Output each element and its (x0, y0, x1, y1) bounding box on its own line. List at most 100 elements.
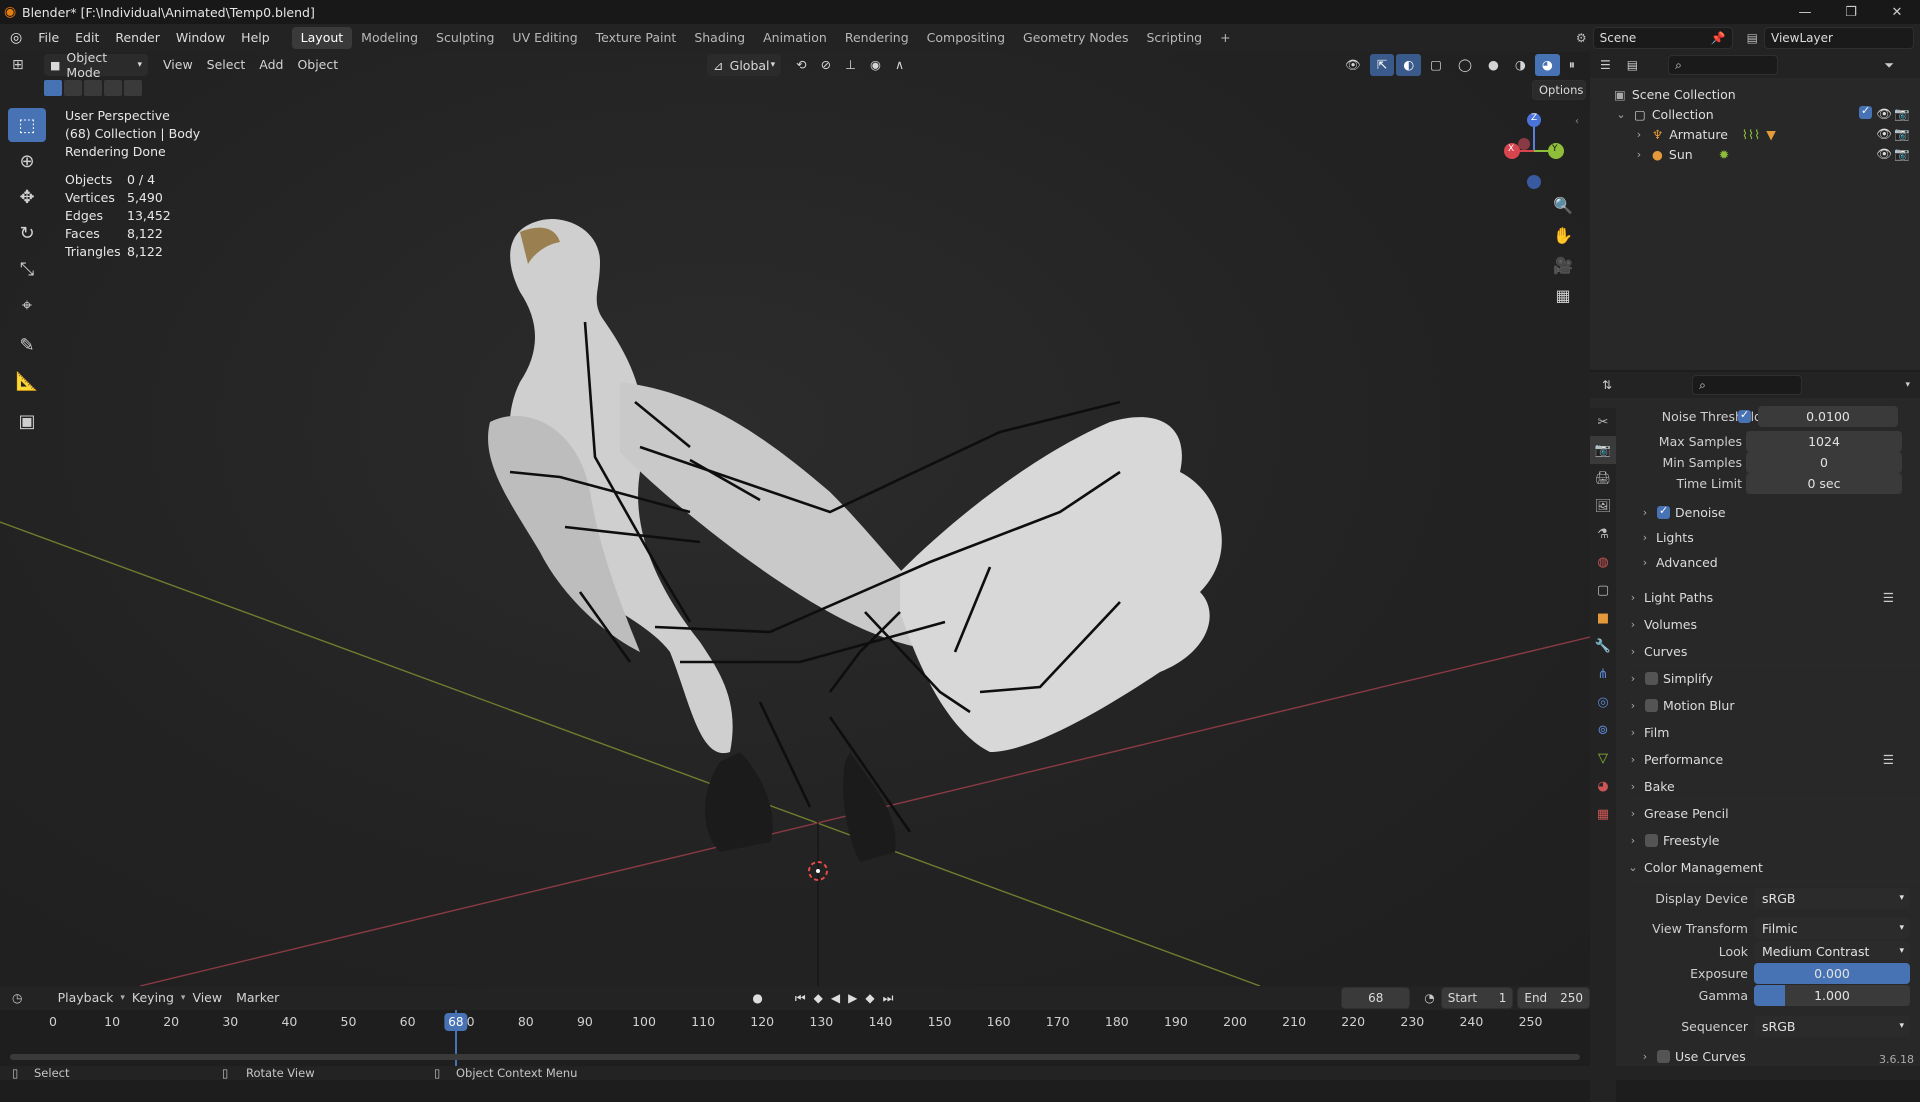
prev-keyframe-icon[interactable]: ◆ (814, 991, 831, 1005)
falloff-icon[interactable]: ∧ (888, 54, 911, 76)
snap-target-icon[interactable]: ⊥ (838, 54, 863, 76)
motion-blur-checkbox[interactable] (1645, 698, 1658, 712)
tab-modeling[interactable]: Modeling (352, 27, 427, 49)
cursor-tool[interactable]: ⊕ (8, 144, 46, 178)
eye-icon[interactable]: 👁 (1876, 106, 1892, 122)
panel-color-management[interactable]: ⌄ Color Management (1626, 854, 1920, 881)
output-tab-icon[interactable]: 🖨 (1590, 464, 1616, 492)
panel-bake[interactable]: › Bake (1626, 773, 1920, 800)
measure-tool[interactable]: 📐 (8, 364, 46, 398)
subpanel-lights[interactable]: › Lights (1626, 525, 1920, 550)
menu-view[interactable]: View (156, 54, 200, 76)
minimize-button[interactable]: — (1782, 0, 1828, 24)
render-camera-icon[interactable]: 📷 (1894, 146, 1910, 162)
gizmo-toggle-icon[interactable]: ⇱ (1369, 54, 1395, 76)
constraints-tab-icon[interactable]: ⊚ (1590, 716, 1616, 744)
min-samples-field[interactable]: 0 (1746, 452, 1902, 473)
subpanel-advanced[interactable]: › Advanced (1626, 550, 1920, 575)
view-layer-icon[interactable]: ▤ (1747, 31, 1758, 45)
select-subtract-icon[interactable] (84, 80, 102, 96)
grid-toggle-icon[interactable]: ▦ (1548, 280, 1578, 310)
xray-icon[interactable]: ▢ (1423, 54, 1449, 76)
object-mode-dropdown[interactable]: ■ Object Mode ▾ (44, 50, 148, 80)
use-curves-checkbox[interactable] (1657, 1049, 1670, 1063)
zoom-icon[interactable]: 🔍 (1548, 190, 1578, 220)
time-limit-field[interactable]: 0 sec (1746, 473, 1902, 494)
pivot-point-icon[interactable]: ⟲ (789, 54, 813, 76)
close-button[interactable]: ✕ (1874, 0, 1920, 24)
presets-list-icon[interactable]: ☰ (1883, 752, 1894, 767)
add-cube-tool[interactable]: ▣ (8, 404, 46, 438)
subpanel-use-curves[interactable]: › Use Curves (1626, 1044, 1920, 1068)
select-intersect-icon[interactable] (124, 80, 142, 96)
properties-search[interactable]: ⌕ (1692, 375, 1803, 395)
play-reverse-icon[interactable]: ◀ (831, 991, 848, 1005)
clock-icon[interactable]: ◔ (1424, 991, 1434, 1005)
next-keyframe-icon[interactable]: ◆ (865, 991, 882, 1005)
scale-tool[interactable]: ⤡ (8, 252, 46, 286)
collection-tab-icon[interactable]: ▢ (1590, 576, 1616, 604)
annotate-tool[interactable]: ✎ (8, 328, 46, 362)
proportional-edit-icon[interactable]: ◉ (863, 54, 888, 76)
end-frame-field[interactable]: End 250 (1517, 987, 1590, 1009)
tab-geometry-nodes[interactable]: Geometry Nodes (1014, 27, 1137, 49)
menu-select[interactable]: Select (200, 54, 253, 76)
current-frame-field[interactable]: 68 (1341, 987, 1411, 1009)
timeline-editor-icon[interactable]: ◷ (12, 991, 37, 1005)
look-dropdown[interactable]: Medium Contrast ▾ (1754, 940, 1910, 962)
panel-freestyle[interactable]: › Freestyle (1626, 827, 1920, 854)
play-icon[interactable]: ▶ (848, 991, 865, 1005)
camera-icon[interactable]: 🎥 (1548, 250, 1578, 280)
pin-icon[interactable]: 📌 (1711, 31, 1726, 45)
snap-icon[interactable]: ⊘ (814, 54, 838, 76)
display-device-dropdown[interactable]: sRGB ▾ (1754, 887, 1910, 909)
jump-start-icon[interactable]: ⏮ (795, 991, 814, 1005)
freestyle-checkbox[interactable] (1645, 833, 1658, 847)
panel-volumes[interactable]: › Volumes (1626, 611, 1920, 638)
select-new-icon[interactable] (44, 80, 62, 96)
max-samples-field[interactable]: 1024 (1746, 431, 1902, 452)
blender-menu-icon[interactable]: ◎ (10, 30, 22, 46)
tab-layout[interactable]: Layout (291, 27, 353, 49)
menu-object[interactable]: Object (290, 54, 345, 76)
texture-tab-icon[interactable]: ▦ (1590, 800, 1616, 828)
tab-rendering[interactable]: Rendering (836, 27, 918, 49)
physics-tab-icon[interactable]: ◎ (1590, 688, 1616, 716)
timeline-ruler[interactable]: 0102030405060708090100110120130140150160… (0, 1010, 1590, 1066)
rotate-tool[interactable]: ↻ (8, 216, 46, 250)
menu-keying[interactable]: Keying (125, 987, 181, 1009)
outliner-item-collection[interactable]: ⌄ ▢ Collection 👁 📷 (1590, 104, 1920, 124)
panel-grease-pencil[interactable]: › Grease Pencil (1626, 800, 1920, 827)
tab-compositing[interactable]: Compositing (918, 27, 1014, 49)
transform-orientation-dropdown[interactable]: ⊿ Global ▾ (707, 54, 782, 76)
data-tab-icon[interactable]: ▽ (1590, 744, 1616, 772)
panel-film[interactable]: › Film (1626, 719, 1920, 746)
add-workspace-button[interactable]: + (1211, 27, 1239, 49)
transform-tool[interactable]: ⌖ (8, 288, 46, 322)
noise-threshold-checkbox[interactable] (1738, 408, 1751, 426)
menu-playback[interactable]: Playback (51, 987, 121, 1009)
sequencer-dropdown[interactable]: sRGB ▾ (1754, 1015, 1910, 1037)
menu-render[interactable]: Render (107, 27, 168, 49)
rendered-shading-icon[interactable]: ◕ (1534, 54, 1560, 76)
playback-controls[interactable]: ⏮◆◀▶◆⏭ (795, 991, 902, 1006)
expand-chevron-icon[interactable]: ⌄ (1614, 108, 1628, 121)
menu-timeline-view[interactable]: View (185, 987, 229, 1009)
menu-help[interactable]: Help (233, 27, 278, 49)
view-layer-tab-icon[interactable]: 🖼 (1590, 492, 1616, 520)
scene-icon[interactable]: ⚙ (1576, 31, 1587, 45)
record-icon[interactable]: ● (752, 991, 762, 1005)
3d-viewport[interactable] (0, 52, 1590, 986)
subpanel-denoise[interactable]: › Denoise (1626, 500, 1920, 525)
eye-icon[interactable]: 👁 (1876, 146, 1892, 162)
menu-add[interactable]: Add (252, 54, 290, 76)
menu-file[interactable]: File (30, 27, 67, 49)
render-camera-icon[interactable]: 📷 (1894, 126, 1910, 142)
jump-end-icon[interactable]: ⏭ (883, 991, 902, 1005)
tool-tab-icon[interactable]: ✂ (1590, 408, 1616, 436)
world-tab-icon[interactable]: ◍ (1590, 548, 1616, 576)
tab-texture-paint[interactable]: Texture Paint (587, 27, 686, 49)
render-camera-icon[interactable]: 📷 (1894, 106, 1910, 122)
menu-edit[interactable]: Edit (67, 27, 107, 49)
simplify-checkbox[interactable] (1645, 671, 1658, 685)
